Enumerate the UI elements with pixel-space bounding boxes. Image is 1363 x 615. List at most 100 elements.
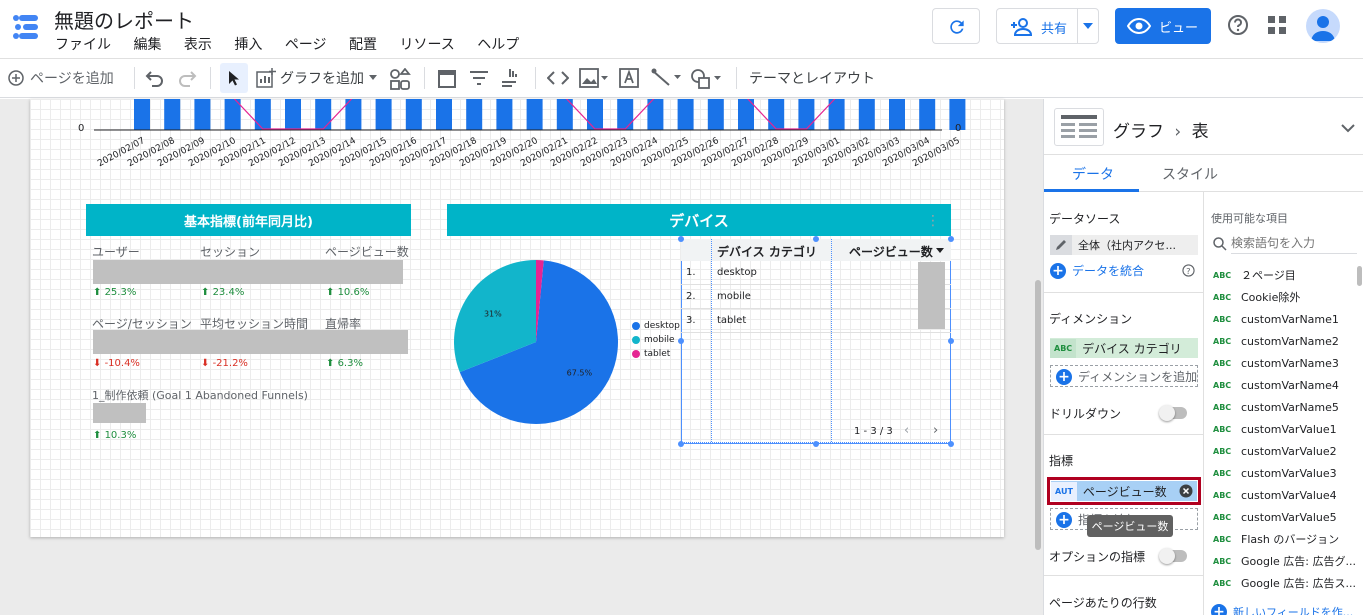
breadcrumb-root[interactable]: グラフ bbox=[1113, 122, 1164, 142]
table-chart-icon[interactable] bbox=[1054, 108, 1104, 146]
line-icon[interactable] bbox=[651, 68, 683, 88]
col-header-pageviews[interactable]: ページビュー数 bbox=[849, 243, 933, 260]
optional-metric-toggle[interactable] bbox=[1159, 548, 1187, 564]
add-chart-button[interactable]: グラフを追加 bbox=[256, 59, 378, 97]
menu-view[interactable]: 表示 bbox=[184, 37, 212, 53]
field-item[interactable]: ABC ２ページ目 bbox=[1213, 264, 1363, 286]
table-row[interactable]: 1. desktop bbox=[681, 261, 951, 285]
select-tool-button[interactable] bbox=[220, 63, 248, 93]
components-icon[interactable] bbox=[389, 68, 411, 90]
field-item[interactable]: ABC customVarName5 bbox=[1213, 396, 1363, 418]
image-icon[interactable] bbox=[579, 68, 609, 88]
theme-layout-button[interactable]: テーマとレイアウト bbox=[749, 59, 875, 97]
calendar-icon[interactable] bbox=[438, 68, 456, 88]
field-search-input[interactable] bbox=[1231, 232, 1357, 254]
tab-style[interactable]: スタイル bbox=[1162, 164, 1218, 184]
optional-metric-label: オプションの指標 bbox=[1049, 550, 1146, 564]
resize-handle[interactable] bbox=[678, 236, 684, 242]
help-icon[interactable] bbox=[1227, 14, 1249, 36]
field-item[interactable]: ABC customVarName1 bbox=[1213, 308, 1363, 330]
legend-label: desktop bbox=[644, 321, 680, 331]
resize-handle[interactable] bbox=[948, 338, 954, 344]
field-name: customVarValue5 bbox=[1241, 510, 1337, 524]
field-item[interactable]: ABC customVarValue1 bbox=[1213, 418, 1363, 440]
legend-item-desktop[interactable]: desktop bbox=[632, 321, 680, 331]
resize-handle[interactable] bbox=[948, 236, 954, 242]
add-chart-label: グラフを追加 bbox=[280, 71, 364, 87]
shape-icon[interactable] bbox=[690, 68, 724, 90]
field-item[interactable]: ABC customVarName3 bbox=[1213, 352, 1363, 374]
field-item[interactable]: ABC Cookie除外 bbox=[1213, 286, 1363, 308]
report-title[interactable]: 無題のレポート bbox=[54, 5, 194, 34]
menu-help[interactable]: ヘルプ bbox=[477, 37, 519, 53]
resize-handle[interactable] bbox=[948, 441, 954, 447]
table-row[interactable]: 3. tablet bbox=[681, 309, 951, 333]
sort-desc-icon[interactable] bbox=[936, 248, 944, 253]
timeseries-chart[interactable] bbox=[30, 99, 1004, 139]
menu-arrange[interactable]: 配置 bbox=[349, 37, 377, 53]
prev-page-icon[interactable]: ‹ bbox=[904, 423, 909, 438]
next-page-icon[interactable]: › bbox=[933, 423, 938, 438]
resize-handle[interactable] bbox=[678, 441, 684, 447]
code-embed-icon[interactable] bbox=[547, 70, 569, 86]
metric-name: ページビュー数 bbox=[1082, 484, 1167, 499]
menu-file[interactable]: ファイル bbox=[55, 37, 111, 53]
avatar[interactable] bbox=[1306, 9, 1340, 43]
col-header-device-category[interactable]: デバイス カテゴリ bbox=[717, 243, 817, 260]
menu-resource[interactable]: リソース bbox=[399, 37, 454, 53]
create-field-button[interactable]: + 新しいフィールドを作... bbox=[1211, 604, 1353, 615]
refresh-button[interactable] bbox=[932, 8, 980, 44]
share-button[interactable]: 共有 bbox=[996, 8, 1099, 44]
resize-handle[interactable] bbox=[813, 236, 819, 242]
text-box-icon[interactable] bbox=[619, 68, 639, 88]
field-item[interactable]: ABC Google 広告: 広告ス... bbox=[1213, 572, 1363, 594]
timeseries-bar bbox=[889, 99, 905, 130]
blend-data-button[interactable]: + データを統合 bbox=[1050, 262, 1144, 279]
field-item[interactable]: ABC customVarValue5 bbox=[1213, 506, 1363, 528]
field-item[interactable]: ABC customVarValue2 bbox=[1213, 440, 1363, 462]
resize-handle[interactable] bbox=[813, 441, 819, 447]
properties-panel: グラフ › 表 データ スタイル データソース 全体（社内アクセ... + デー… bbox=[1043, 99, 1363, 615]
chevron-down-icon[interactable] bbox=[1083, 23, 1093, 29]
field-item[interactable]: ABC Flash のバージョン bbox=[1213, 528, 1363, 550]
field-item[interactable]: ABC customVarValue3 bbox=[1213, 462, 1363, 484]
undo-icon[interactable] bbox=[145, 69, 165, 87]
field-type-badge: ABC bbox=[1213, 314, 1232, 324]
sort-data-control-icon[interactable] bbox=[500, 68, 518, 88]
scorecard-header[interactable]: 基本指標(前年同月比) bbox=[86, 204, 411, 236]
canvas-scrollbar[interactable] bbox=[1035, 280, 1041, 550]
menu-insert[interactable]: 挿入 bbox=[234, 37, 262, 53]
table-row[interactable]: 2. mobile bbox=[681, 285, 951, 309]
redo-icon[interactable] bbox=[177, 69, 197, 87]
legend-item-mobile[interactable]: mobile bbox=[632, 335, 675, 345]
field-list-scrollbar[interactable] bbox=[1357, 266, 1362, 286]
column-guide bbox=[831, 239, 832, 444]
menu-page[interactable]: ページ bbox=[285, 37, 327, 53]
menu-edit[interactable]: 編集 bbox=[133, 37, 161, 53]
filter-icon[interactable] bbox=[469, 70, 489, 86]
view-button[interactable]: ビュー bbox=[1115, 8, 1211, 44]
resize-handle[interactable] bbox=[678, 338, 684, 344]
device-pie-chart[interactable]: 67.5% 31% bbox=[446, 252, 626, 432]
add-dimension-button[interactable]: + ディメンションを追加 bbox=[1056, 368, 1197, 385]
help-icon[interactable]: ? bbox=[1182, 264, 1195, 277]
drilldown-toggle[interactable] bbox=[1159, 405, 1187, 421]
dimension-chip[interactable]: ABC デバイス カテゴリ bbox=[1050, 338, 1198, 358]
datasource-chip[interactable]: 全体（社内アクセ... bbox=[1050, 235, 1198, 255]
field-type-badge: ABC bbox=[1213, 336, 1232, 346]
chevron-down-icon[interactable] bbox=[1340, 123, 1356, 133]
field-item[interactable]: ABC Google 広告: 広告グ... bbox=[1213, 550, 1363, 572]
pencil-icon[interactable] bbox=[1050, 235, 1072, 255]
add-page-button[interactable]: ページを追加 bbox=[8, 59, 114, 97]
field-item[interactable]: ABC customVarName4 bbox=[1213, 374, 1363, 396]
legend-item-tablet[interactable]: tablet bbox=[632, 349, 670, 359]
more-vert-icon[interactable]: ⋮ bbox=[926, 214, 940, 228]
tab-data[interactable]: データ bbox=[1072, 164, 1114, 184]
apps-grid-icon[interactable] bbox=[1268, 16, 1286, 34]
remove-circle-icon[interactable] bbox=[1179, 484, 1193, 498]
field-item[interactable]: ABC customVarName2 bbox=[1213, 330, 1363, 352]
field-name: customVarName3 bbox=[1241, 356, 1339, 370]
field-item[interactable]: ABC customVarValue4 bbox=[1213, 484, 1363, 506]
device-header[interactable]: デバイス bbox=[447, 204, 951, 236]
metric-chip[interactable]: AUT ページビュー数 bbox=[1051, 481, 1197, 501]
